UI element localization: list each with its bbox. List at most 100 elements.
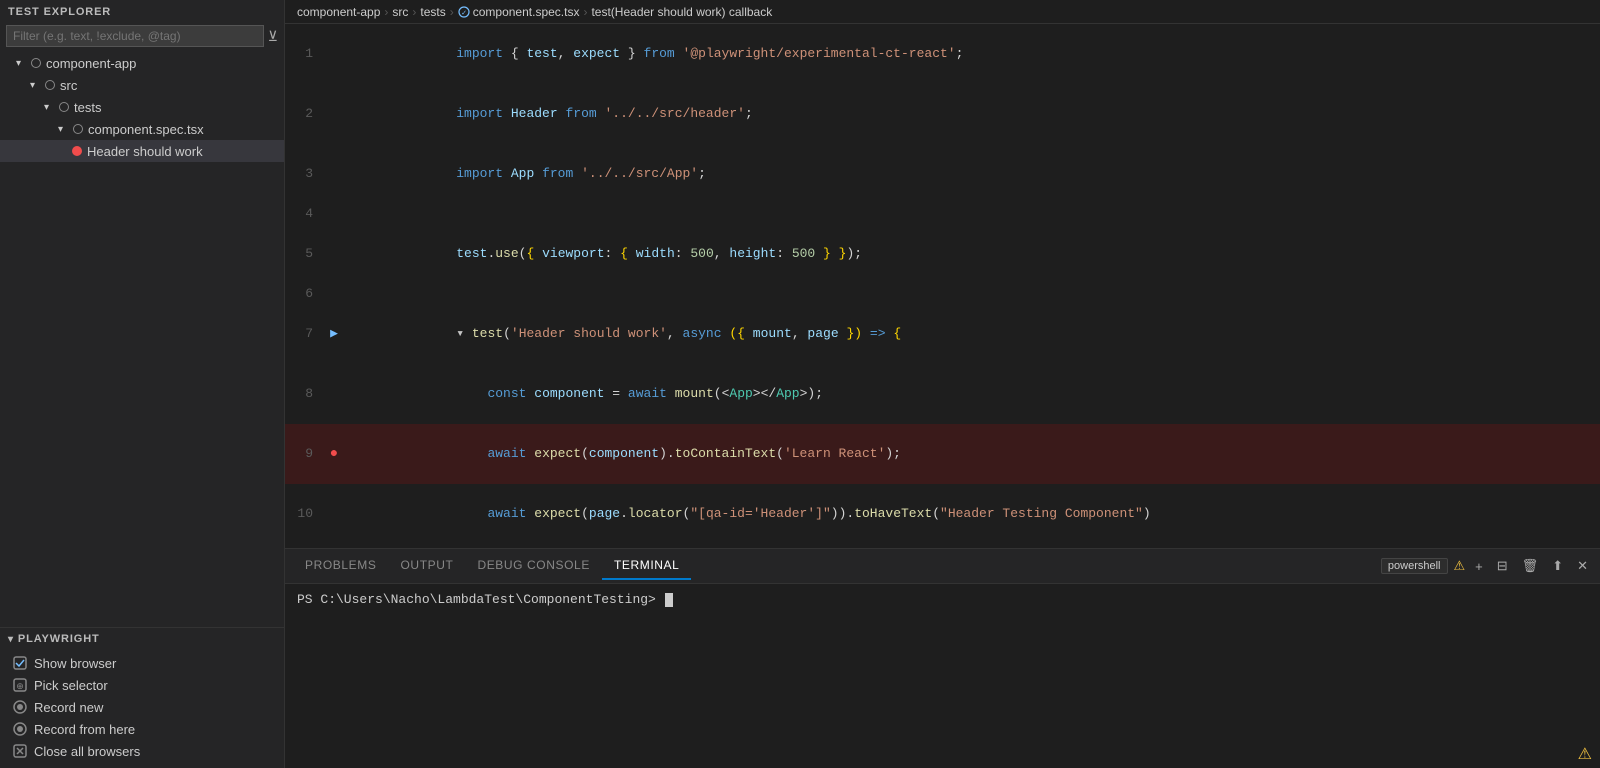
playwright-items: Show browser ⊕ Pick selector <box>0 650 284 764</box>
line-num-1: 1 <box>285 24 325 84</box>
chevron-down-icon: ▾ <box>58 124 70 135</box>
close-all-browsers-label: Close all browsers <box>34 744 140 759</box>
line-code-6 <box>343 284 1600 304</box>
code-table: 1 import { test, expect } from '@playwri… <box>285 24 1600 548</box>
line-code-7: ▾ test('Header should work', async ({ mo… <box>343 304 1600 364</box>
breadcrumb-tests[interactable]: tests <box>420 5 445 19</box>
code-line-9: 9 ● await expect(component).toContainTex… <box>285 424 1600 484</box>
line-gutter-8 <box>325 364 343 424</box>
tab-debug-console[interactable]: DEBUG CONSOLE <box>465 552 602 580</box>
line-code-2: import Header from '../../src/header'; <box>343 84 1600 144</box>
tab-output[interactable]: OUTPUT <box>389 552 466 580</box>
terminal-body[interactable]: PS C:\Users\Nacho\LambdaTest\ComponentTe… <box>285 584 1600 768</box>
record-from-here-label: Record from here <box>34 722 135 737</box>
line-code-8: const component = await mount(<App></App… <box>343 364 1600 424</box>
breadcrumb-component-app[interactable]: component-app <box>297 5 380 19</box>
breadcrumb: component-app › src › tests › ✓ componen… <box>285 0 1600 24</box>
breadcrumb-callback[interactable]: test(Header should work) callback <box>591 5 772 19</box>
tree-label-header-should-work: Header should work <box>87 144 203 159</box>
line-num-9: 9 <box>285 424 325 484</box>
playwright-item-close-all-browsers[interactable]: Close all browsers <box>0 740 284 762</box>
line-num-11: 11 <box>285 544 325 548</box>
code-line-5: 5 test.use({ viewport: { width: 500, hei… <box>285 224 1600 284</box>
tree-item-component-spec[interactable]: ▾ component.spec.tsx <box>0 118 284 140</box>
playwright-item-pick-selector[interactable]: ⊕ Pick selector <box>0 674 284 696</box>
close-panel-button[interactable]: ✕ <box>1573 556 1592 576</box>
line-num-5: 5 <box>285 224 325 284</box>
line-num-4: 4 <box>285 204 325 224</box>
line-gutter-1 <box>325 24 343 84</box>
code-line-3: 3 import App from '../../src/App'; <box>285 144 1600 204</box>
filter-icon[interactable]: ⊻ <box>268 28 278 45</box>
delete-terminal-button[interactable]: 🗑 <box>1518 556 1543 576</box>
code-line-11: 11 page.close() <box>285 544 1600 548</box>
line-num-2: 2 <box>285 84 325 144</box>
powershell-badge: powershell <box>1381 558 1448 574</box>
panel-area: PROBLEMS OUTPUT DEBUG CONSOLE TERMINAL p… <box>285 548 1600 768</box>
line-code-5: test.use({ viewport: { width: 500, heigh… <box>343 224 1600 284</box>
breadcrumb-sep-3: › <box>450 5 454 19</box>
folder-icon <box>31 58 41 68</box>
code-line-8: 8 const component = await mount(<App></A… <box>285 364 1600 424</box>
code-line-1: 1 import { test, expect } from '@playwri… <box>285 24 1600 84</box>
code-line-7: 7 ▶ ▾ test('Header should work', async (… <box>285 304 1600 364</box>
code-line-10: 10 await expect(page.locator("[qa-id='He… <box>285 484 1600 544</box>
code-line-4: 4 <box>285 204 1600 224</box>
record-new-icon <box>12 699 28 715</box>
breadcrumb-spec-file[interactable]: ✓ component.spec.tsx <box>458 5 580 19</box>
filter-bar: ⊻ <box>0 22 284 50</box>
chevron-down-icon: ▾ <box>30 80 42 91</box>
playwright-item-record-new[interactable]: Record new <box>0 696 284 718</box>
tree-item-header-should-work[interactable]: Header should work <box>0 140 284 162</box>
run-test-button[interactable]: ▶ <box>330 326 338 341</box>
maximize-panel-button[interactable]: ⬆ <box>1548 556 1567 576</box>
tree-label-tests: tests <box>74 100 101 115</box>
record-new-label: Record new <box>34 700 103 715</box>
breadcrumb-sep-4: › <box>583 5 587 19</box>
chevron-down-icon: ▾ <box>44 102 56 113</box>
line-gutter-2 <box>325 84 343 144</box>
playwright-title: PLAYWRIGHT <box>18 633 100 645</box>
code-line-2: 2 import Header from '../../src/header'; <box>285 84 1600 144</box>
playwright-item-show-browser[interactable]: Show browser <box>0 652 284 674</box>
terminal-warn-icon: ⚠ <box>1578 744 1592 764</box>
line-gutter-3 <box>325 144 343 204</box>
playwright-collapse-icon: ▾ <box>8 634 14 645</box>
warn-icon: ⚠ <box>1454 558 1466 574</box>
svg-text:⊕: ⊕ <box>16 681 24 691</box>
close-browsers-icon <box>12 743 28 759</box>
playwright-header[interactable]: ▾ PLAYWRIGHT <box>0 628 284 650</box>
tree-item-component-app[interactable]: ▾ component-app <box>0 52 284 74</box>
show-browser-label: Show browser <box>34 656 116 671</box>
line-gutter-10 <box>325 484 343 544</box>
playwright-item-record-from-here[interactable]: Record from here <box>0 718 284 740</box>
line-num-3: 3 <box>285 144 325 204</box>
record-from-here-icon <box>12 721 28 737</box>
tree-label-src: src <box>60 78 77 93</box>
checkbox-icon <box>12 655 28 671</box>
split-terminal-button[interactable]: ⊟ <box>1493 556 1512 576</box>
main-area: component-app › src › tests › ✓ componen… <box>285 0 1600 768</box>
line-gutter-9: ● <box>325 424 343 484</box>
line-code-9: await expect(component).toContainText('L… <box>343 424 1600 484</box>
line-code-3: import App from '../../src/App'; <box>343 144 1600 204</box>
line-code-11: page.close() <box>343 544 1600 548</box>
code-line-6: 6 <box>285 284 1600 304</box>
line-num-10: 10 <box>285 484 325 544</box>
line-num-8: 8 <box>285 364 325 424</box>
tab-terminal[interactable]: TERMINAL <box>602 552 691 580</box>
add-terminal-button[interactable]: + <box>1471 557 1487 576</box>
test-status-icon <box>72 146 82 156</box>
terminal-cursor <box>665 593 673 607</box>
chevron-down-icon: ▾ <box>16 58 28 69</box>
line-gutter-5 <box>325 224 343 284</box>
tree-item-src[interactable]: ▾ src <box>0 74 284 96</box>
terminal-prompt: PS C:\Users\Nacho\LambdaTest\ComponentTe… <box>297 592 664 607</box>
tree-item-tests[interactable]: ▾ tests <box>0 96 284 118</box>
playwright-section: ▾ PLAYWRIGHT Show browser ⊕ <box>0 627 284 768</box>
filter-input[interactable] <box>6 25 264 47</box>
sidebar: TEST EXPLORER ⊻ ▾ component-app ▾ src ▾ … <box>0 0 285 768</box>
line-gutter-4 <box>325 204 343 224</box>
tab-problems[interactable]: PROBLEMS <box>293 552 389 580</box>
breadcrumb-src[interactable]: src <box>392 5 408 19</box>
